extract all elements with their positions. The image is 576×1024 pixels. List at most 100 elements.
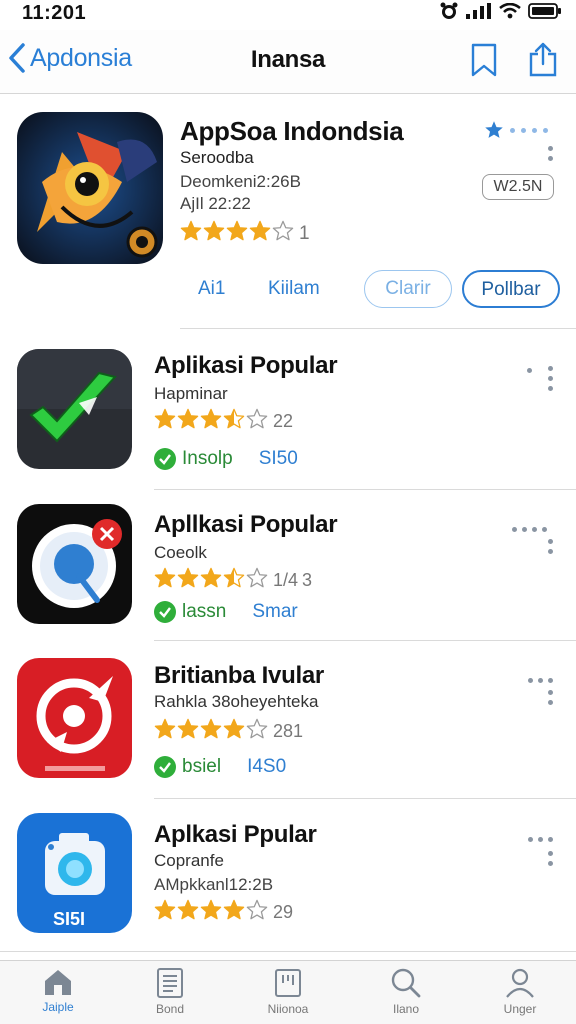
app-name: Aplikasi Popular bbox=[154, 352, 338, 379]
list-item[interactable]: SI5I Aplkasi Ppular Copranfe AMpkkanl12:… bbox=[0, 805, 576, 955]
star-icon bbox=[200, 718, 222, 745]
star-rating: 22 bbox=[154, 408, 293, 435]
navigation-bar: Apdonsia Inansa bbox=[0, 30, 576, 94]
tab-home[interactable]: Jaiple bbox=[18, 967, 98, 1014]
divider bbox=[154, 640, 576, 641]
app-date: AMpkkanl12:2B bbox=[154, 875, 274, 894]
star-icon bbox=[154, 567, 176, 594]
news-icon bbox=[157, 968, 183, 998]
action-kiilam[interactable]: Kiilam bbox=[268, 278, 320, 300]
star-icon bbox=[485, 121, 503, 138]
star-icon bbox=[177, 899, 199, 926]
app-icon[interactable] bbox=[17, 658, 132, 778]
star-rating: 1/4 3 bbox=[154, 567, 312, 594]
battery-icon bbox=[528, 3, 561, 19]
app-name: Britianba Ivular bbox=[154, 662, 324, 689]
featured-app-icon[interactable] bbox=[17, 112, 163, 264]
featured-app-date: AjIl 22:22 bbox=[180, 194, 251, 213]
page-dot bbox=[532, 127, 537, 133]
app-subtitle: Coeolk bbox=[154, 543, 207, 562]
more-dots[interactable] bbox=[528, 678, 553, 683]
tab-label: Jaiple bbox=[42, 1000, 74, 1014]
stars bbox=[154, 408, 269, 435]
app-name: Aplkasi Ppular bbox=[154, 821, 317, 848]
price-label[interactable]: I4S0 bbox=[247, 756, 286, 778]
stars bbox=[154, 718, 269, 745]
rating-count: 3 bbox=[302, 570, 313, 590]
app-icon-text: SI5I bbox=[53, 909, 85, 929]
alarm-icon bbox=[440, 2, 458, 19]
star-icon bbox=[223, 408, 245, 435]
app-subtitle: Hapminar bbox=[154, 384, 228, 403]
clear-button[interactable]: Clarir bbox=[364, 270, 452, 308]
page-dot bbox=[510, 127, 515, 133]
star-icon bbox=[200, 567, 222, 594]
star-rating: 29 bbox=[154, 899, 293, 926]
app-icon[interactable] bbox=[17, 349, 132, 469]
star-icon bbox=[272, 220, 294, 247]
action-ai1[interactable]: Ai1 bbox=[198, 278, 225, 300]
price-label[interactable]: Smar bbox=[252, 601, 297, 623]
status-label: lassn bbox=[182, 601, 227, 622]
price-label[interactable]: SI50 bbox=[259, 448, 298, 470]
install-status[interactable]: bsiel I4S0 bbox=[154, 756, 286, 778]
tab-label: Bond bbox=[155, 1002, 185, 1016]
tab-news[interactable]: Bond bbox=[130, 967, 210, 1016]
tab-apps[interactable]: Niionoa bbox=[248, 967, 328, 1016]
star-icon bbox=[226, 220, 248, 247]
featured-app-detail: Deomkeni2:26B bbox=[180, 172, 301, 191]
star-icon bbox=[246, 899, 268, 926]
divider bbox=[180, 328, 576, 329]
more-dots[interactable] bbox=[512, 527, 547, 532]
list-item[interactable]: Britianba Ivular Rahkla 38oheyehteka 281… bbox=[0, 650, 576, 800]
star-icon bbox=[154, 408, 176, 435]
app-icon[interactable]: SI5I bbox=[17, 813, 132, 933]
rating-count: 1 bbox=[299, 222, 310, 244]
follow-button[interactable]: Pollbar bbox=[462, 270, 560, 308]
star-icon bbox=[249, 220, 271, 247]
more-dots[interactable] bbox=[528, 837, 553, 842]
list-item[interactable]: Aplikasi Popular Hapminar 22 Insolp SI50 bbox=[0, 340, 576, 490]
status-icons bbox=[439, 2, 562, 20]
featured-app-subtitle: Seroodba bbox=[180, 148, 254, 167]
star-icon bbox=[177, 408, 199, 435]
tab-profile[interactable]: Unger bbox=[480, 967, 560, 1016]
star-icon bbox=[177, 718, 199, 745]
rating-count: 281 bbox=[273, 721, 304, 741]
more-dots[interactable] bbox=[527, 368, 532, 373]
star-icon bbox=[246, 718, 268, 745]
list-item[interactable]: Apllkasi Popular Coeolk 1/4 3 lassn Smar bbox=[0, 495, 576, 645]
divider bbox=[154, 798, 576, 799]
rating-count: 22 bbox=[273, 411, 294, 431]
featured-app[interactable]: AppSoa Indondsia Seroodba Deomkeni2:26B … bbox=[0, 96, 576, 328]
signal-icon bbox=[466, 3, 491, 19]
featured-app-name: AppSoa Indondsia bbox=[180, 116, 404, 146]
star-icon bbox=[177, 567, 199, 594]
star-icon bbox=[223, 567, 245, 594]
status-label: bsiel bbox=[182, 756, 222, 777]
share-icon bbox=[529, 42, 557, 77]
apps-icon bbox=[275, 969, 301, 997]
more-options-button[interactable] bbox=[548, 539, 553, 554]
check-icon bbox=[154, 756, 176, 778]
page-dot bbox=[543, 127, 548, 133]
install-status[interactable]: lassn Smar bbox=[154, 601, 298, 623]
share-button[interactable] bbox=[528, 42, 558, 83]
tab-label: Ilano bbox=[392, 1002, 420, 1016]
price-badge[interactable]: W2.5N bbox=[482, 174, 554, 200]
tab-search[interactable]: Ilano bbox=[366, 967, 446, 1016]
more-options-button[interactable] bbox=[548, 851, 553, 866]
stars bbox=[154, 899, 269, 926]
star-icon bbox=[154, 899, 176, 926]
bookmark-button[interactable] bbox=[470, 42, 498, 83]
more-options-button[interactable] bbox=[548, 146, 553, 161]
star-icon bbox=[223, 899, 245, 926]
divider bbox=[154, 489, 576, 490]
check-icon bbox=[154, 448, 176, 470]
house-icon bbox=[45, 970, 71, 995]
more-options-button[interactable] bbox=[548, 690, 553, 705]
more-options-button[interactable] bbox=[548, 366, 553, 391]
app-icon[interactable] bbox=[17, 504, 132, 624]
favorite-indicator[interactable] bbox=[484, 120, 548, 140]
install-status[interactable]: Insolp SI50 bbox=[154, 448, 298, 470]
